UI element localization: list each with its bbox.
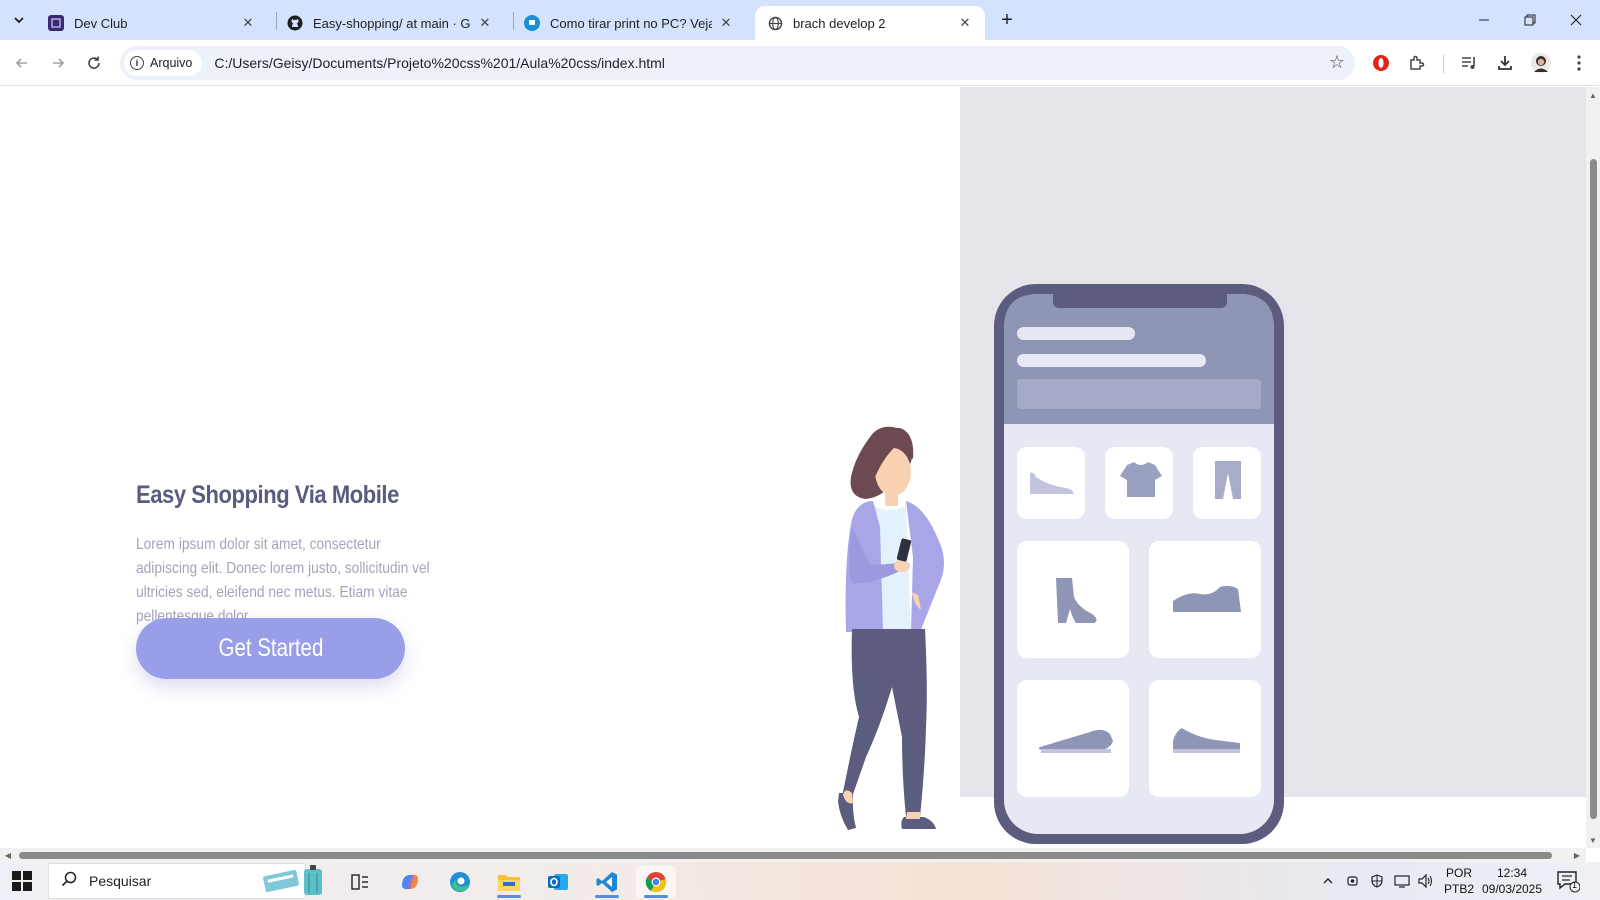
- restore-icon[interactable]: [1510, 6, 1550, 34]
- media-controls-icon[interactable]: [1455, 49, 1483, 77]
- forward-arrow-icon[interactable]: [44, 49, 72, 77]
- browser-toolbar: i Arquivo C:/Users/Geisy/Documents/Proje…: [0, 40, 1600, 86]
- task-view-icon[interactable]: [340, 866, 380, 898]
- close-window-icon[interactable]: [1556, 6, 1596, 34]
- info-icon: i: [130, 56, 144, 70]
- tab-title: Dev Club: [74, 15, 128, 31]
- running-indicator: [644, 895, 668, 898]
- new-tab-button[interactable]: +: [996, 9, 1018, 31]
- profile-avatar-icon[interactable]: [1527, 49, 1555, 77]
- tab-brach-develop[interactable]: brach develop 2 ✕: [755, 6, 985, 40]
- horizontal-scroll-thumb[interactable]: [19, 852, 1552, 859]
- tab-dev-club[interactable]: Dev Club ✕: [36, 6, 268, 40]
- download-icon[interactable]: [1491, 49, 1519, 77]
- site-info-chip[interactable]: i Arquivo: [124, 50, 203, 76]
- volume-icon[interactable]: [1418, 862, 1434, 900]
- horizontal-scrollbar[interactable]: ◀ ▶: [0, 848, 1586, 862]
- reload-icon[interactable]: [80, 49, 108, 77]
- extensions-puzzle-icon[interactable]: [1403, 49, 1431, 77]
- bookmark-star-icon[interactable]: ☆: [1329, 52, 1345, 73]
- notifications-icon[interactable]: 1: [1556, 862, 1580, 900]
- tab-title: brach develop 2: [793, 15, 886, 31]
- tab-techtudo[interactable]: Como tirar print no PC? Veja 7 f ✕: [512, 6, 746, 40]
- close-tab-icon[interactable]: ✕: [957, 15, 973, 31]
- tab-search-chevron-icon[interactable]: [6, 7, 32, 33]
- file-explorer-icon[interactable]: [489, 866, 529, 898]
- shopping-illustration: [838, 284, 1284, 844]
- close-tab-icon[interactable]: ✕: [477, 15, 493, 31]
- tab-strip: Dev Club ✕ Easy-shopping/ at main · Geis…: [0, 0, 1600, 40]
- chrome-icon[interactable]: [636, 866, 676, 898]
- devclub-favicon-icon: [48, 15, 64, 31]
- vertical-scrollbar[interactable]: ▲ ▼: [1586, 87, 1600, 848]
- back-arrow-icon[interactable]: [8, 49, 36, 77]
- meet-now-icon[interactable]: [1346, 862, 1360, 900]
- clock-date: 09/03/2025: [1481, 882, 1543, 896]
- opera-extension-icon[interactable]: [1367, 49, 1395, 77]
- techtudo-favicon-icon: [524, 15, 540, 31]
- close-tab-icon[interactable]: ✕: [240, 15, 256, 31]
- notification-count: 1: [1572, 880, 1578, 890]
- security-shield-icon[interactable]: [1370, 862, 1384, 900]
- outlook-icon[interactable]: [538, 866, 578, 898]
- vertical-scroll-thumb[interactable]: [1590, 159, 1597, 819]
- web-page: Easy Shopping Via Mobile Lorem ipsum dol…: [0, 87, 1586, 848]
- minimize-icon[interactable]: [1464, 6, 1504, 34]
- globe-icon: [767, 15, 783, 31]
- tab-title: Como tirar print no PC? Veja 7 f: [550, 15, 712, 31]
- github-icon: [287, 15, 303, 31]
- scroll-up-arrow-icon[interactable]: ▲: [1588, 90, 1598, 100]
- clock[interactable]: 12:34 09/03/2025: [1482, 862, 1542, 900]
- clock-time: 12:34: [1496, 866, 1528, 880]
- windows-taskbar: Pesquisar POR PTB2 12:34 09/03/2025 1: [0, 862, 1600, 900]
- toolbar-divider: [1443, 55, 1444, 73]
- scroll-left-arrow-icon[interactable]: ◀: [3, 850, 13, 860]
- input-language-indicator[interactable]: POR PTB2: [1444, 862, 1474, 900]
- tab-title: Easy-shopping/ at main · Geisy: [313, 15, 471, 31]
- copilot-icon[interactable]: [390, 866, 430, 898]
- address-bar[interactable]: i Arquivo C:/Users/Geisy/Documents/Proje…: [120, 46, 1355, 80]
- network-icon[interactable]: [1394, 862, 1410, 900]
- more-menu-icon[interactable]: [1565, 49, 1593, 77]
- edge-browser-icon[interactable]: [440, 866, 480, 898]
- search-placeholder: Pesquisar: [89, 873, 152, 889]
- show-hidden-icons-chevron-icon[interactable]: [1322, 862, 1334, 900]
- scroll-down-arrow-icon[interactable]: ▼: [1588, 835, 1598, 845]
- tab-github[interactable]: Easy-shopping/ at main · Geisy ✕: [275, 6, 505, 40]
- windows-start-icon[interactable]: [12, 871, 32, 891]
- language-code: POR: [1446, 866, 1473, 880]
- close-tab-icon[interactable]: ✕: [718, 15, 734, 31]
- scroll-right-arrow-icon[interactable]: ▶: [1572, 850, 1582, 860]
- woman-illustration: [838, 426, 944, 830]
- phone-illustration: [994, 284, 1284, 844]
- search-icon: [61, 871, 77, 892]
- travel-search-highlight-icon: [263, 865, 322, 895]
- keyboard-layout: PTB2: [1444, 882, 1475, 896]
- running-indicator: [497, 895, 521, 898]
- site-info-label: Arquivo: [150, 56, 193, 70]
- running-indicator: [595, 895, 619, 898]
- vscode-icon[interactable]: [587, 866, 627, 898]
- url-text[interactable]: C:/Users/Geisy/Documents/Projeto%20css%2…: [214, 55, 665, 71]
